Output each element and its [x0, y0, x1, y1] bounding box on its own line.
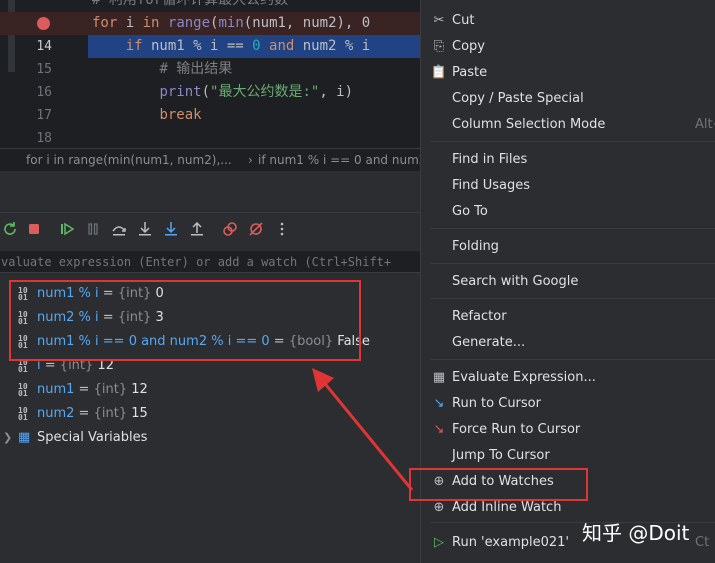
pointer-arrow [312, 368, 414, 491]
watermark: 知乎 @Doit [582, 521, 690, 545]
